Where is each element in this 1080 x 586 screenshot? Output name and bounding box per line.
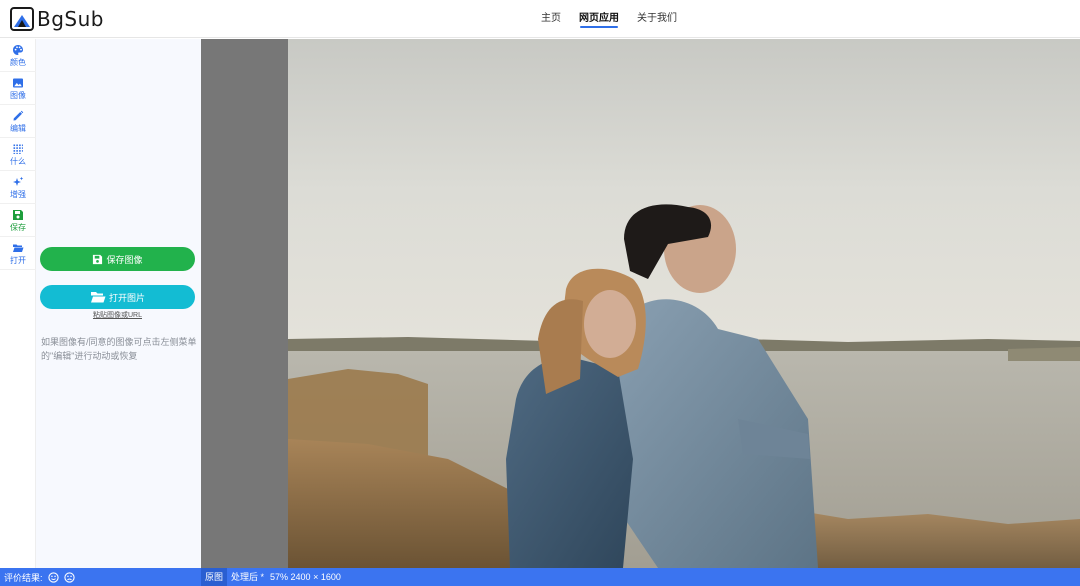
grid-icon — [13, 144, 23, 154]
rating-label: 评价结果: — [4, 572, 43, 583]
sidebar-item-save[interactable]: 保存 — [0, 204, 36, 237]
sidebar-item-label: 图像 — [10, 90, 26, 100]
rating-area: 评价结果: — [4, 568, 75, 586]
frown-icon[interactable] — [63, 571, 75, 583]
sidebar-item-label: 颜色 — [10, 57, 26, 67]
nav-item-home[interactable]: 主页 — [541, 0, 561, 38]
sidebar-item-edit[interactable]: 编辑 — [0, 105, 36, 138]
open-image-button[interactable]: 打开图片 — [40, 285, 195, 309]
nav-item-web-app[interactable]: 网页应用 — [579, 0, 619, 38]
save-icon — [93, 254, 103, 264]
image-canvas[interactable] — [201, 39, 1080, 568]
folder-open-icon — [13, 244, 24, 252]
nav-item-about[interactable]: 关于我们 — [637, 0, 677, 38]
sidebar-item-enhance[interactable]: 增强 — [0, 171, 36, 204]
tab-processed[interactable]: 处理后 * — [227, 568, 268, 586]
sidebar-item-label: 增强 — [10, 189, 26, 199]
main-nav: 主页 网页应用 关于我们 — [541, 0, 695, 38]
photo-preview — [288, 39, 1080, 568]
save-image-button[interactable]: 保存图像 — [40, 247, 195, 271]
logo-text: BgSub — [37, 7, 104, 31]
palette-icon — [13, 44, 23, 55]
logo-mark-icon — [10, 7, 34, 31]
sidebar-item-label: 编辑 — [10, 123, 26, 133]
open-image-label: 打开图片 — [108, 292, 145, 303]
logo[interactable]: BgSub — [10, 7, 104, 31]
sidebar-item-color[interactable]: 颜色 — [0, 39, 36, 72]
tab-original[interactable]: 原图 — [201, 568, 228, 586]
sidebar-item-open[interactable]: 打开 — [0, 237, 36, 270]
zoom-info: 57% 2400 × 1600 — [270, 572, 341, 582]
top-bar: BgSub 主页 网页应用 关于我们 — [0, 0, 1080, 38]
sparkle-icon — [13, 176, 24, 186]
status-bar: 评价结果: 原图 处理后 * 57% 2400 × 1600 — [0, 568, 1080, 586]
pencil-icon — [13, 110, 24, 120]
sidebar-item-label: 什么 — [10, 156, 26, 166]
view-controls: 原图 处理后 * 57% 2400 × 1600 — [201, 568, 341, 586]
smile-icon[interactable] — [47, 571, 59, 583]
image-icon — [13, 78, 23, 87]
sidebar-item-label: 保存 — [10, 222, 26, 232]
sidebar-item-image[interactable]: 图像 — [0, 72, 36, 105]
control-panel: 保存图像 打开图片 粘贴图像或URL 如果图像有/同意的图像可点击左侧菜单的"编… — [36, 39, 201, 568]
save-image-label: 保存图像 — [106, 254, 143, 265]
tool-sidebar: 颜色 图像 编辑 什么 增强 保存 打开 — [0, 39, 36, 568]
save-icon — [13, 209, 23, 220]
sidebar-item-what[interactable]: 什么 — [0, 138, 36, 171]
edit-hint-text: 如果图像有/同意的图像可点击左侧菜单的"编辑"进行动动或恢复 — [41, 337, 197, 361]
paste-image-link[interactable]: 粘贴图像或URL — [40, 310, 195, 320]
folder-open-icon — [90, 292, 106, 303]
sidebar-item-label: 打开 — [10, 255, 26, 265]
couple-photo — [288, 39, 1080, 568]
